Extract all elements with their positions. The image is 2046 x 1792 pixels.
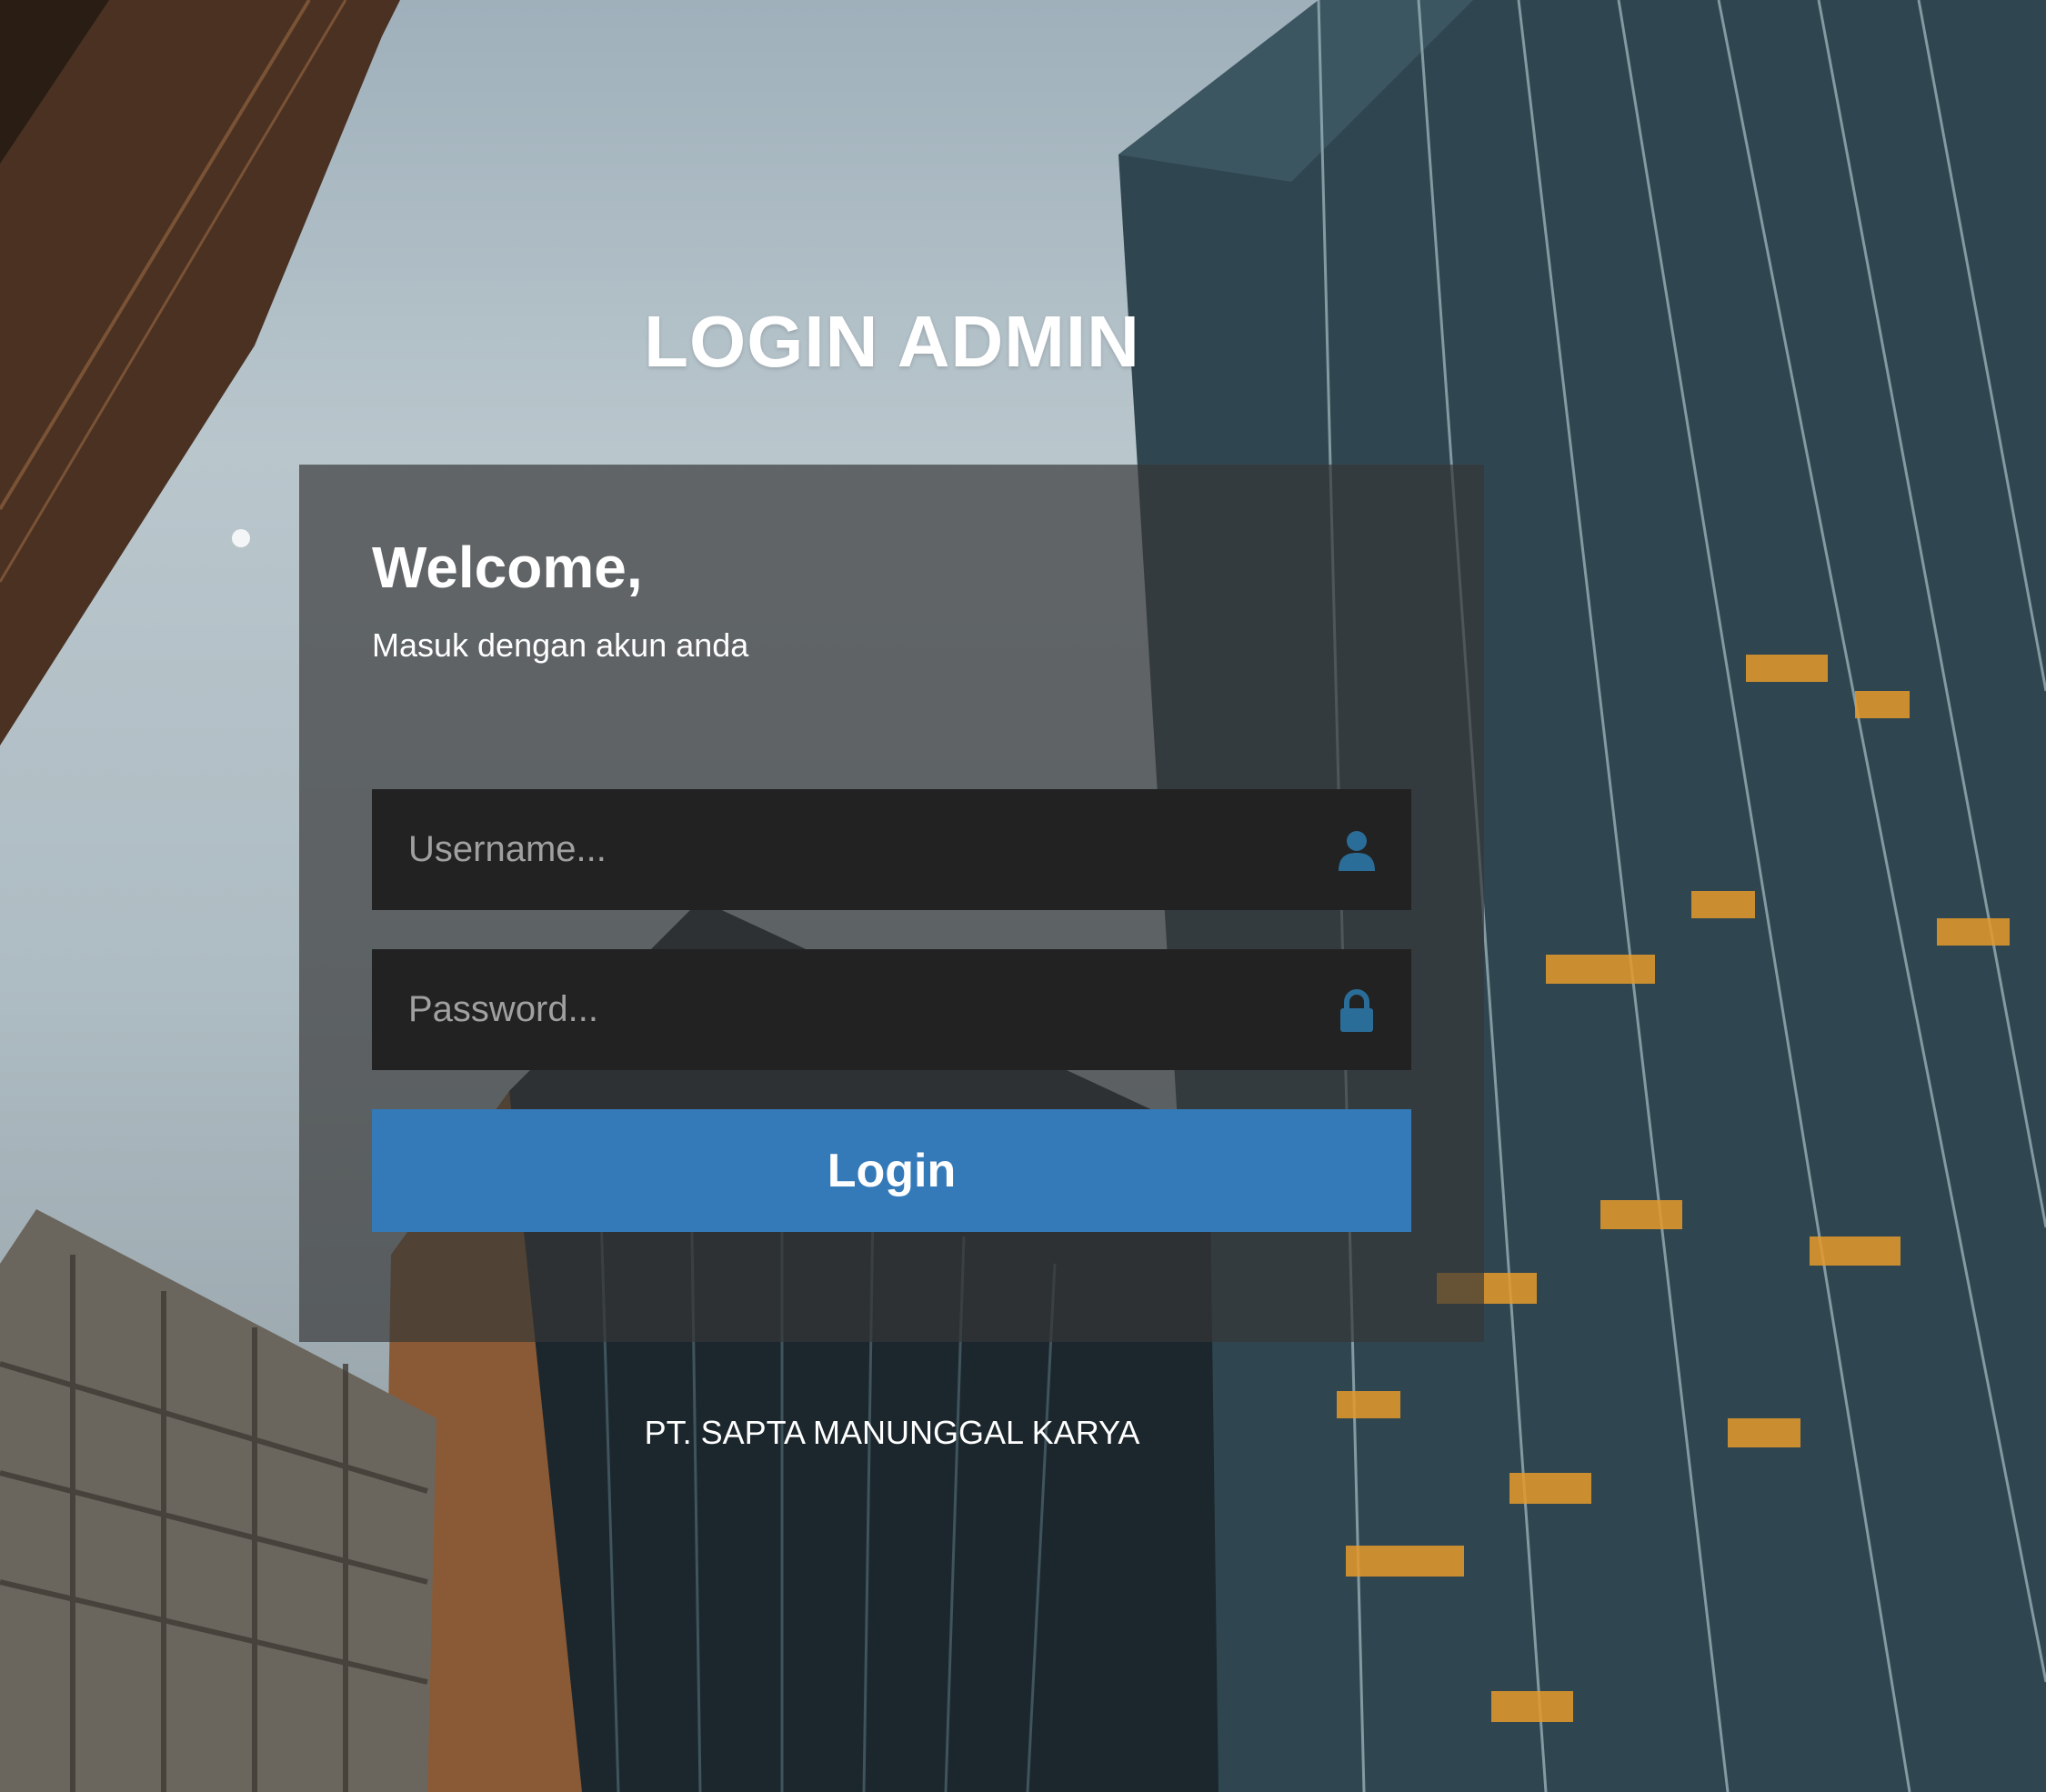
- welcome-heading: Welcome,: [372, 535, 643, 600]
- password-input[interactable]: [372, 949, 1411, 1070]
- password-field: [372, 949, 1411, 1070]
- username-field: [372, 789, 1411, 910]
- login-panel: Welcome, Masuk dengan akun anda Login: [299, 465, 1484, 1342]
- username-input[interactable]: [372, 789, 1411, 910]
- page-title: LOGIN ADMIN: [644, 301, 1140, 382]
- user-icon: [1339, 831, 1375, 871]
- login-page: LOGIN ADMIN Welcome, Masuk dengan akun a…: [0, 0, 2046, 1792]
- welcome-subheading: Masuk dengan akun anda: [372, 626, 749, 664]
- login-button[interactable]: Login: [372, 1109, 1411, 1232]
- company-name: PT. SAPTA MANUNGGAL KARYA: [644, 1414, 1140, 1451]
- lock-icon: [1340, 989, 1373, 1032]
